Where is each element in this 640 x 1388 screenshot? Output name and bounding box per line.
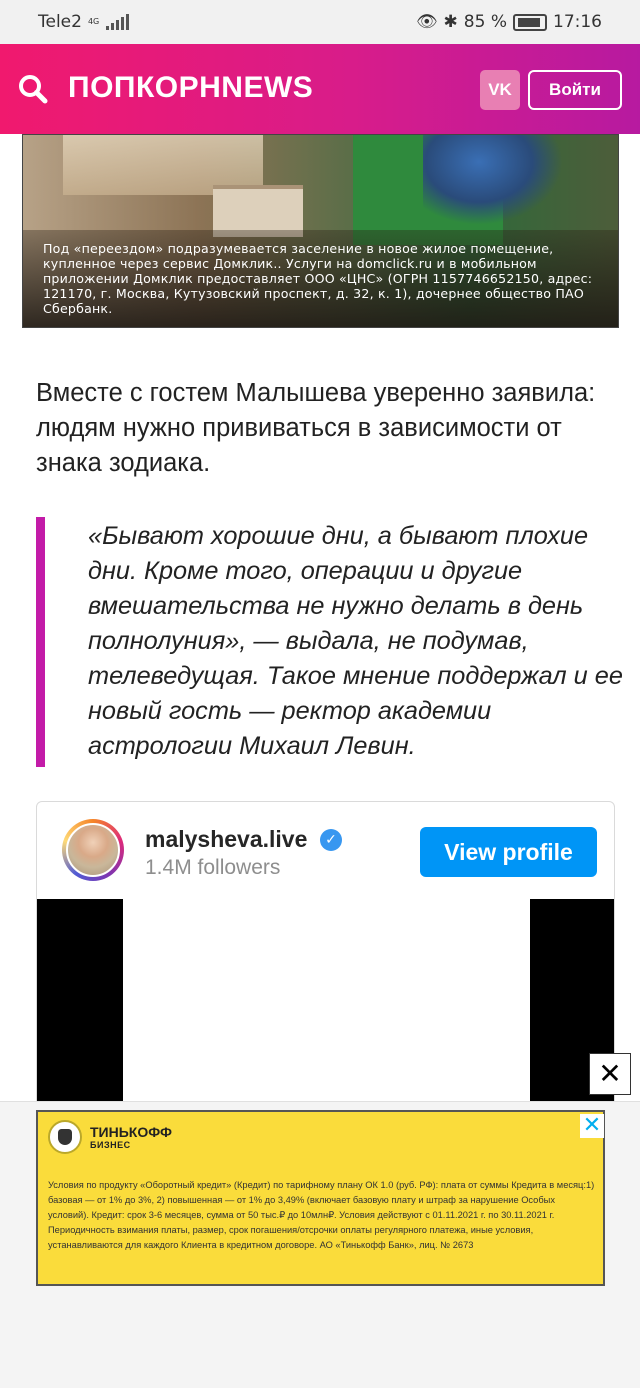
verified-badge-icon: ✓	[320, 829, 342, 851]
tinkoff-ad-text: Условия по продукту «Оборотный кредит» (…	[48, 1180, 595, 1250]
status-bar: Tele2 4G 👁 ✱ 85 % 17:16	[0, 0, 640, 44]
instagram-media[interactable]	[37, 899, 614, 1110]
battery-icon	[513, 13, 547, 31]
site-logo[interactable]: ПОПКОРНNEWS	[68, 71, 313, 105]
instagram-username[interactable]: malysheva.live	[145, 826, 307, 853]
signal-icon	[105, 14, 129, 30]
quote-text: «Бывают хорошие дни, а бывают плохие дни…	[88, 522, 623, 760]
instagram-followers: 1.4M followers	[145, 856, 281, 879]
clock: 17:16	[553, 12, 602, 32]
tinkoff-ad[interactable]: ТИНЬКОФФ БИЗНЕС ✕ Условия по продукту «О…	[36, 1110, 605, 1286]
search-icon[interactable]	[18, 74, 48, 104]
ad-photo-people	[423, 135, 563, 225]
tinkoff-logo-icon	[48, 1120, 82, 1154]
ad-banner-image[interactable]: Под «переездом» подразумевается заселени…	[22, 134, 619, 328]
media-letterbox-left	[37, 899, 123, 1110]
article-blockquote: «Бывают хорошие дни, а бывают плохие дни…	[36, 517, 623, 767]
site-header: ПОПКОРНNEWS VK Войти	[0, 44, 640, 134]
tinkoff-sub: БИЗНЕС	[90, 1140, 131, 1150]
ad-disclaimer-text: Под «переездом» подразумевается заселени…	[43, 241, 593, 316]
tinkoff-brand: ТИНЬКОФФ	[90, 1124, 172, 1140]
instagram-embed: malysheva.live ✓ 1.4M followers View pro…	[36, 801, 615, 1111]
bluetooth-icon: ✱	[443, 12, 458, 32]
bottom-ad-panel: ТИНЬКОФФ БИЗНЕС ✕ Условия по продукту «О…	[0, 1101, 640, 1291]
article-paragraph: Вместе с гостем Малышева уверенно заявил…	[36, 379, 596, 477]
vk-icon[interactable]: VK	[480, 70, 520, 110]
view-profile-button[interactable]: View profile	[420, 827, 597, 877]
battery-percent: 85 %	[463, 12, 507, 32]
login-button[interactable]: Войти	[528, 70, 622, 110]
avatar-image	[66, 823, 120, 877]
close-ad-button[interactable]: ✕	[589, 1053, 631, 1095]
close-icon: ✕	[598, 1057, 622, 1090]
network-type-label: 4G	[87, 17, 100, 26]
eye-icon: 👁	[415, 12, 438, 32]
page-bottom-area	[0, 1291, 640, 1388]
ad-close-icon[interactable]: ✕	[580, 1114, 604, 1138]
avatar[interactable]	[62, 819, 124, 881]
carrier-label: Tele2	[38, 12, 82, 32]
